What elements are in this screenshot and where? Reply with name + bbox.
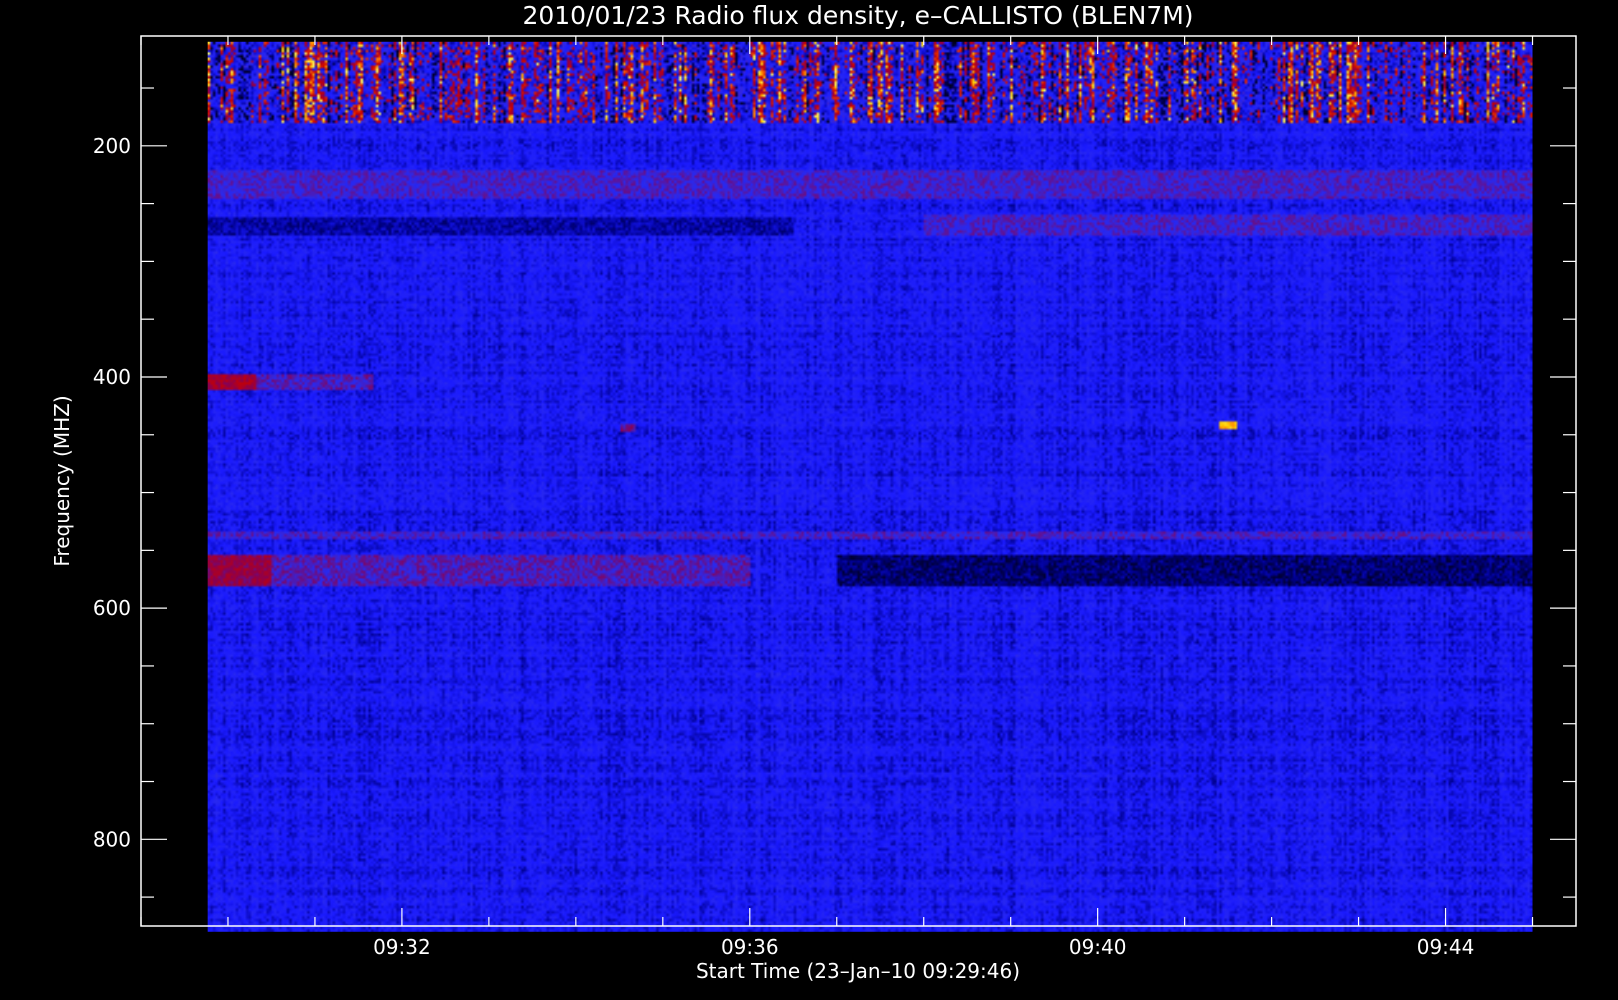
x-tick-label: 09:36 xyxy=(721,935,779,959)
spectrogram-chart: 2010/01/23 Radio flux density, e–CALLIST… xyxy=(0,0,1618,1000)
x-axis-label: Start Time (23–Jan–10 09:29:46) xyxy=(696,959,1020,983)
chart-title: 2010/01/23 Radio flux density, e–CALLIST… xyxy=(522,1,1193,30)
y-tick-label: 200 xyxy=(93,134,131,158)
y-tick-label: 800 xyxy=(93,827,131,851)
y-tick-label: 400 xyxy=(93,365,131,389)
y-axis-label: Frequency (MHZ) xyxy=(50,395,74,566)
x-tick-label: 09:32 xyxy=(373,935,431,959)
spectrogram-heatmap xyxy=(207,41,1533,932)
y-tick-label: 600 xyxy=(93,596,131,620)
x-tick-label: 09:40 xyxy=(1069,935,1127,959)
x-tick-label: 09:44 xyxy=(1417,935,1475,959)
